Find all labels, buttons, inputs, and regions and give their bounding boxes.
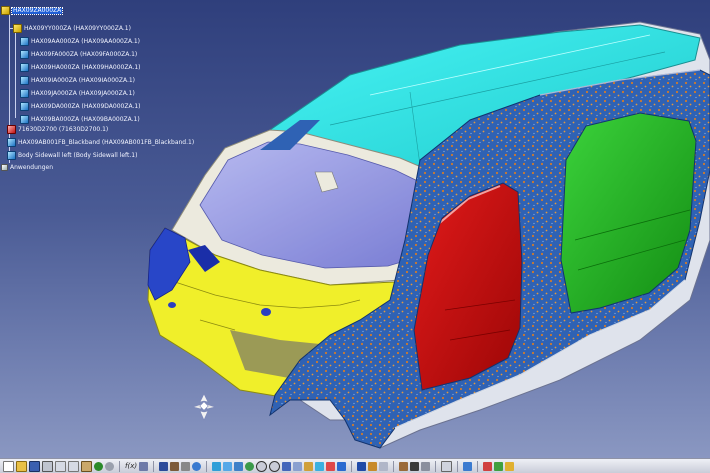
fx-icon[interactable]: f(x)	[125, 462, 137, 470]
tree-node[interactable]: HAX09DA000ZA (HAX09DA000ZA.1)	[20, 102, 141, 111]
annotation-icon[interactable]	[421, 461, 431, 471]
tree-node-label: HAX09AB001FB_Blackband (HAX09AB001FB_Bla…	[18, 138, 195, 146]
new-icon[interactable]	[3, 460, 14, 472]
tree-node[interactable]: HAX09IA000ZA (HAX09IA000ZA.1)	[20, 76, 135, 85]
tree-node[interactable]: HAX09AB001FB_Blackband (HAX09AB001FB_Bla…	[7, 138, 194, 147]
part-icon	[7, 151, 16, 160]
toolbar-separator	[153, 460, 155, 472]
zoom-out-icon[interactable]	[269, 460, 281, 472]
hide-show-icon[interactable]	[326, 461, 336, 471]
redo-icon[interactable]	[105, 461, 114, 471]
assembly-design-icon[interactable]	[483, 461, 493, 471]
tree-root-label[interactable]: HAX09ZA000ZA	[10, 6, 64, 15]
snapshot-icon[interactable]	[441, 460, 453, 472]
toolbar-separator	[351, 460, 353, 472]
mount-hole	[168, 302, 176, 308]
tree-node-label: HAX09FA000ZA (HAX09FA000ZA.1)	[31, 50, 138, 58]
tree-node-label: HAX09HA000ZA (HAX09HA000ZA.1)	[31, 63, 141, 71]
paste-icon[interactable]	[81, 460, 92, 472]
refresh-icon[interactable]	[463, 461, 473, 471]
tree-root-node[interactable]: HAX09ZA000ZA	[1, 6, 64, 15]
bottom-toolbar: f(x)	[0, 458, 710, 473]
toolbar-separator	[393, 460, 395, 472]
tree-node-label: HAX09JA000ZA (HAX09JA000ZA.1)	[31, 89, 135, 97]
rotate-icon[interactable]	[245, 461, 255, 471]
iso-view-icon[interactable]	[304, 461, 314, 471]
part-icon	[7, 125, 16, 134]
tree-node-label: HAX09IA000ZA (HAX09IA000ZA.1)	[31, 76, 136, 84]
knowledge-icon[interactable]	[505, 461, 515, 471]
tree-node[interactable]: HAX09JA000ZA (HAX09JA000ZA.1)	[20, 89, 135, 98]
compass-icon[interactable]	[190, 392, 218, 422]
fly-mode-icon[interactable]	[212, 461, 222, 471]
formula-icon[interactable]	[139, 461, 149, 471]
tree-node-label: HAX09DA000ZA (HAX09DA000ZA.1)	[31, 102, 141, 110]
part-icon	[20, 102, 29, 111]
product-icon[interactable]	[494, 461, 504, 471]
sketch-icon[interactable]	[399, 461, 409, 471]
fit-all-icon[interactable]	[223, 461, 233, 471]
tree-node-label: Anwendungen	[10, 163, 54, 171]
tree-node[interactable]: 71630D2700 (71630D2700.1)	[7, 125, 108, 134]
applications-icon	[1, 164, 8, 171]
tree-node[interactable]: HAX09YY000ZA (HAX09YY000ZA.1)	[13, 24, 131, 33]
tree-node[interactable]: HAX09FA000ZA (HAX09FA000ZA.1)	[20, 50, 137, 59]
tree-node-label: HAX09BA000ZA (HAX09BA000ZA.1)	[31, 115, 140, 123]
tree-node-label: Body Sidewall left (Body Sidewall left.1…	[18, 151, 138, 159]
toolbar-separator	[435, 460, 437, 472]
select-icon[interactable]	[357, 461, 367, 471]
part-icon	[20, 63, 29, 72]
part-icon	[7, 138, 16, 147]
save-icon[interactable]	[29, 460, 40, 472]
tree-node-label: 71630D2700 (71630D2700.1)	[18, 125, 109, 133]
multi-view-icon[interactable]	[293, 461, 303, 471]
pan-icon[interactable]	[234, 461, 244, 471]
render-style-icon[interactable]	[315, 461, 325, 471]
part-icon	[20, 89, 29, 98]
tree-node[interactable]: HAX09BA000ZA (HAX09BA000ZA.1)	[20, 115, 140, 124]
normal-view-icon[interactable]	[282, 461, 292, 471]
tree-node[interactable]: Anwendungen	[1, 163, 53, 172]
open-icon[interactable]	[16, 460, 27, 472]
undo-icon[interactable]	[94, 461, 103, 471]
tree-branch-line	[15, 24, 16, 118]
info-icon[interactable]	[192, 461, 202, 471]
mount-hole	[261, 308, 271, 316]
toolbar-separator	[457, 460, 459, 472]
part-icon	[20, 76, 29, 85]
tree-node[interactable]: HAX09AA000ZA (HAX09AA000ZA.1)	[20, 37, 140, 46]
lighting-icon[interactable]	[379, 461, 389, 471]
constraint-icon[interactable]	[410, 461, 420, 471]
assembly-icon	[1, 6, 10, 15]
part-icon	[20, 37, 29, 46]
catalog-icon[interactable]	[159, 461, 169, 471]
zoom-in-icon[interactable]	[256, 460, 268, 472]
cut-icon[interactable]	[55, 460, 66, 472]
3d-viewport[interactable]: HAX09ZA000ZA HAX09YY000ZA (HAX09YY000ZA.…	[0, 0, 710, 458]
swap-visible-icon[interactable]	[337, 461, 347, 471]
toolbar-separator	[206, 460, 208, 472]
assembly-icon	[13, 24, 22, 33]
copy-icon[interactable]	[68, 460, 79, 472]
part-icon	[20, 50, 29, 59]
print-icon[interactable]	[42, 460, 53, 472]
tree-node-label: HAX09YY000ZA (HAX09YY000ZA.1)	[24, 24, 131, 32]
measure-icon[interactable]	[170, 461, 180, 471]
analysis-icon[interactable]	[181, 461, 191, 471]
part-icon	[20, 115, 29, 124]
tree-node-label: HAX09AA000ZA (HAX09AA000ZA.1)	[31, 37, 141, 45]
toolbar-separator	[119, 460, 120, 472]
tree-node[interactable]: HAX09HA000ZA (HAX09HA000ZA.1)	[20, 63, 141, 72]
toolbar-separator	[477, 460, 479, 472]
material-icon[interactable]	[368, 461, 378, 471]
tree-node[interactable]: Body Sidewall left (Body Sidewall left.1…	[7, 151, 137, 160]
